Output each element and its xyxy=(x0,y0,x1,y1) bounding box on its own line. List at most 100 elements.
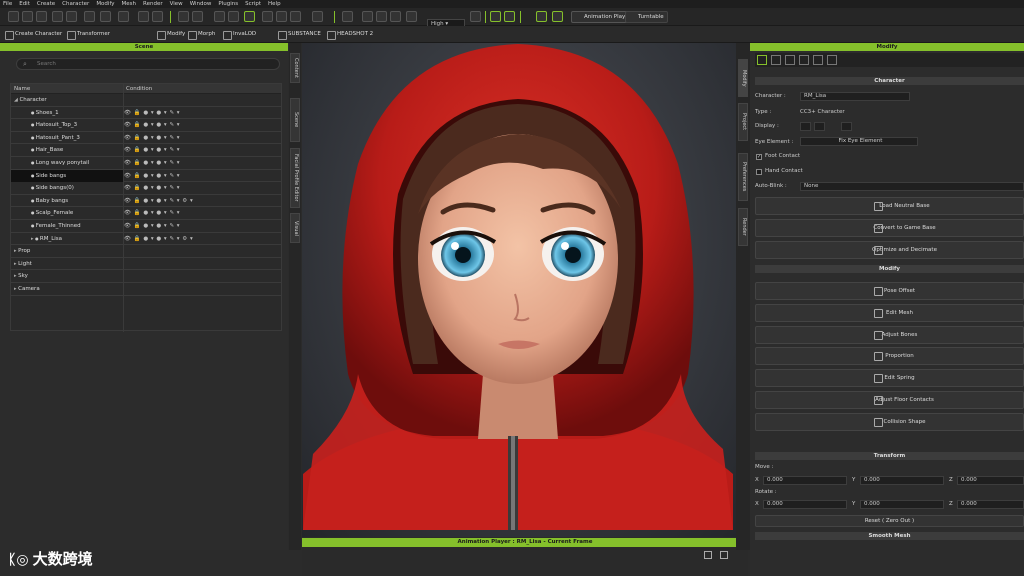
tree-row[interactable]: ● Side bangs 👁 🔒 ● ▾ ● ▾ ✎ ▾ xyxy=(11,169,281,183)
menu-item-create[interactable]: Create xyxy=(37,1,55,7)
tree-row[interactable]: ▸ Light xyxy=(11,258,281,271)
tree-row[interactable]: ● Scalp_Female 👁 🔒 ● ▾ ● ▾ ✎ ▾ xyxy=(11,207,281,220)
adjust-floor-contacts-button[interactable]: Adjust Floor Contacts xyxy=(755,391,1024,409)
pose-offset-button[interactable]: Pose Offset xyxy=(755,282,1024,300)
scene-search-input[interactable]: ⌕ Search xyxy=(16,58,280,70)
display-option-2[interactable] xyxy=(814,122,825,131)
reset-zero-out-button[interactable]: Reset ( Zero Out ) xyxy=(755,515,1024,527)
tree-row[interactable]: ◢ Character xyxy=(11,94,281,107)
import-icon[interactable] xyxy=(52,11,63,22)
turntable-button[interactable]: Turntable xyxy=(625,11,668,23)
tree-row-condition[interactable]: 👁 🔒 ● ▾ ● ▾ ✎ ▾ xyxy=(124,170,180,182)
tree-row[interactable]: ● Hatosuit_Pant_3 👁 🔒 ● ▾ ● ▾ ✎ ▾ xyxy=(11,132,281,145)
tab-scene[interactable]: Scene xyxy=(290,98,300,142)
load-neutral-base-button[interactable]: Load Neutral Base xyxy=(755,197,1024,215)
export-fbx-icon[interactable] xyxy=(138,11,149,22)
tree-row-condition[interactable]: 👁 🔒 ● ▾ ● ▾ ✎ ▾ xyxy=(124,157,180,169)
rotate-y-field[interactable]: 0.000 xyxy=(860,500,944,509)
tree-row[interactable]: ● Baby bangs 👁 🔒 ● ▾ ● ▾ ✎ ▾ ⚙ ▾ xyxy=(11,195,281,208)
collision-shape-button[interactable]: Collision Shape xyxy=(755,413,1024,431)
tree-row-condition[interactable]: 👁 🔒 ● ▾ ● ▾ ✎ ▾ xyxy=(124,144,180,156)
align-icon[interactable] xyxy=(100,11,111,22)
settings-icon[interactable] xyxy=(720,551,728,559)
transformer-button[interactable]: Transformer xyxy=(66,29,110,40)
tree-row[interactable]: ● Shoes_1 👁 🔒 ● ▾ ● ▾ ✎ ▾ xyxy=(11,107,281,120)
redo-icon[interactable] xyxy=(228,11,239,22)
headshot-button[interactable]: HEADSHOT 2 xyxy=(326,29,373,40)
gizmo-icon[interactable] xyxy=(552,11,563,22)
face-key-icon[interactable] xyxy=(799,55,809,65)
tab-render[interactable]: Render xyxy=(738,208,748,246)
menu-item-view[interactable]: View xyxy=(170,1,183,7)
menu-item-edit[interactable]: Edit xyxy=(19,1,30,7)
open-file-icon[interactable] xyxy=(22,11,33,22)
settings-icon[interactable] xyxy=(192,11,203,22)
section-modify[interactable]: Modify xyxy=(755,265,1024,273)
fix-eye-element-button[interactable]: Fix Eye Element xyxy=(800,137,918,146)
capture-icon[interactable] xyxy=(178,11,189,22)
tree-row-condition[interactable]: 👁 🔒 ● ▾ ● ▾ ✎ ▾ xyxy=(124,132,180,144)
tree-row[interactable]: ▸ Prop xyxy=(11,245,281,258)
menu-item-plugins[interactable]: Plugins xyxy=(218,1,238,7)
proportion-button[interactable]: Proportion xyxy=(755,347,1024,365)
scale-icon[interactable] xyxy=(290,11,301,22)
menu-item-mesh[interactable]: Mesh xyxy=(122,1,136,7)
menu-item-file[interactable]: File xyxy=(3,1,12,7)
rotate-z-field[interactable]: 0.000 xyxy=(957,500,1024,509)
tree-row[interactable]: ▸ Camera xyxy=(11,283,281,296)
section-smooth-mesh[interactable]: Smooth Mesh xyxy=(755,532,1024,540)
undo-icon[interactable] xyxy=(214,11,225,22)
menu-item-window[interactable]: Window xyxy=(190,1,212,7)
grid-icon[interactable] xyxy=(362,11,373,22)
modify-button[interactable]: Modify xyxy=(156,29,185,40)
convert-game-base-button[interactable]: Convert to Game Base xyxy=(755,219,1024,237)
tree-row-condition[interactable]: 👁 🔒 ● ▾ ● ▾ ✎ ▾ ⚙ ▾ xyxy=(124,195,193,207)
tree-row-condition[interactable]: 👁 🔒 ● ▾ ● ▾ ✎ ▾ xyxy=(124,207,180,219)
move-icon[interactable] xyxy=(262,11,273,22)
tree-row[interactable]: ● Female_Thinned 👁 🔒 ● ▾ ● ▾ ✎ ▾ xyxy=(11,220,281,233)
select-icon[interactable] xyxy=(244,11,255,22)
camera-icon[interactable] xyxy=(376,11,387,22)
record-icon[interactable] xyxy=(704,551,712,559)
foot-contact-checkbox[interactable]: ✓ xyxy=(756,154,762,160)
display-option-1[interactable] xyxy=(800,122,811,131)
material-icon[interactable] xyxy=(813,55,823,65)
head-icon[interactable] xyxy=(827,55,837,65)
substance-button[interactable]: SUBSTANCE xyxy=(277,29,321,40)
home-icon[interactable] xyxy=(342,11,353,22)
move-z-field[interactable]: 0.000 xyxy=(957,476,1024,485)
display-option-3[interactable] xyxy=(841,122,852,131)
section-character[interactable]: Character xyxy=(755,77,1024,85)
optimize-decimate-button[interactable]: Optimize and Decimate xyxy=(755,241,1024,259)
tree-row-condition[interactable]: 👁 🔒 ● ▾ ● ▾ ✎ ▾ xyxy=(124,182,180,194)
tree-row[interactable]: ● Long wavy ponytail 👁 🔒 ● ▾ ● ▾ ✎ ▾ xyxy=(11,157,281,170)
menu-item-modify[interactable]: Modify xyxy=(96,1,114,7)
auto-blink-select[interactable]: None xyxy=(800,182,1024,191)
tree-row[interactable]: ▸ Sky xyxy=(11,270,281,283)
menu-item-script[interactable]: Script xyxy=(245,1,261,7)
edit-mesh-button[interactable]: Edit Mesh xyxy=(755,304,1024,322)
view-icon[interactable] xyxy=(312,11,323,22)
character-name-field[interactable]: RM_Lisa xyxy=(800,92,910,101)
rotate-x-field[interactable]: 0.000 xyxy=(763,500,847,509)
menu-item-render[interactable]: Render xyxy=(143,1,163,7)
save-icon[interactable] xyxy=(36,11,47,22)
tab-facial-profile-editor[interactable]: Facial Profile Editor xyxy=(290,148,300,208)
hand-contact-checkbox[interactable] xyxy=(756,169,762,175)
move-x-field[interactable]: 0.000 xyxy=(763,476,847,485)
tab-visual[interactable]: Visual xyxy=(290,213,300,243)
export-icon[interactable] xyxy=(66,11,77,22)
tree-row[interactable]: ● Hair_Base 👁 🔒 ● ▾ ● ▾ ✎ ▾ xyxy=(11,144,281,157)
morph-button[interactable]: Morph xyxy=(187,29,215,40)
morph-slider-icon[interactable] xyxy=(785,55,795,65)
tab-modify[interactable]: Modify xyxy=(738,59,748,97)
tree-row-condition[interactable]: 👁 🔒 ● ▾ ● ▾ ✎ ▾ xyxy=(124,220,180,232)
shading-icon[interactable] xyxy=(406,11,417,22)
motion-icon[interactable] xyxy=(771,55,781,65)
invalod-button[interactable]: InvaLOD xyxy=(222,29,256,40)
tab-project[interactable]: Project xyxy=(738,103,748,141)
tree-row-condition[interactable]: 👁 🔒 ● ▾ ● ▾ ✎ ▾ xyxy=(124,107,180,119)
section-transform[interactable]: Transform xyxy=(755,452,1024,460)
terrain-icon[interactable] xyxy=(536,11,547,22)
rotate-icon[interactable] xyxy=(276,11,287,22)
